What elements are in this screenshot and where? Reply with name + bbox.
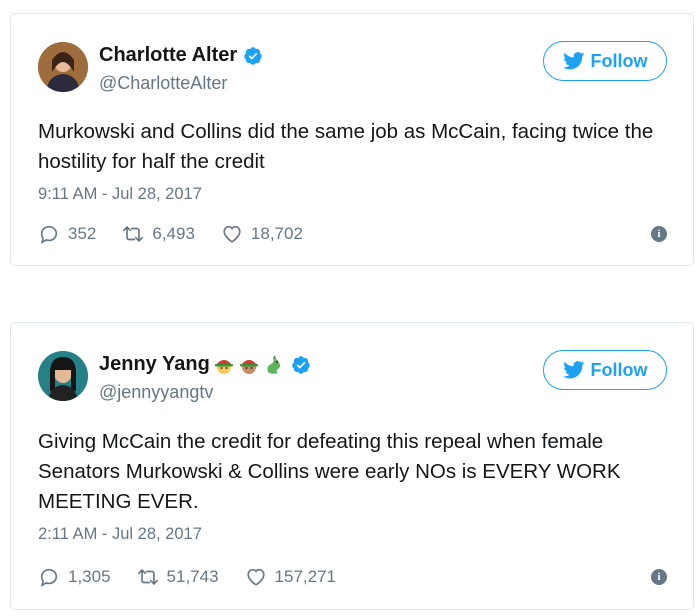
tweet-actions: 352 6,493 18,702 i: [38, 222, 667, 246]
author-name[interactable]: Charlotte Alter: [99, 44, 237, 67]
tweet-card: Jenny Yang @jennyyangtv Follow Giving Mc…: [10, 322, 694, 610]
info-icon[interactable]: i: [651, 226, 667, 242]
bird-icon: [562, 361, 584, 379]
retweet-icon: [123, 226, 144, 242]
author-handle[interactable]: @CharlotteAlter: [99, 73, 227, 94]
reply-count: 352: [68, 224, 97, 243]
reply-icon: [40, 568, 58, 587]
like-count: 157,271: [274, 567, 336, 586]
retweet-count: 6,493: [152, 224, 195, 243]
tweet-text: Giving McCain the credit for defeating t…: [38, 430, 621, 513]
avatar[interactable]: [38, 351, 88, 401]
follow-button[interactable]: Follow: [543, 41, 667, 81]
retweet-action[interactable]: 6,493: [122, 223, 195, 245]
info-icon[interactable]: i: [651, 569, 667, 585]
tweet-text: Murkowski and Collins did the same job a…: [38, 120, 654, 173]
reply-count: 1,305: [68, 567, 111, 586]
like-action[interactable]: 18,702: [221, 223, 303, 245]
verified-badge-icon: [244, 46, 262, 65]
person-with-helmet-emoji-icon: [214, 359, 233, 374]
like-action[interactable]: 157,271: [245, 566, 336, 588]
verified-badge-icon: [292, 355, 310, 374]
author-name-row: Jenny Yang: [99, 353, 311, 376]
author-name[interactable]: Jenny Yang: [99, 353, 210, 376]
tweet-card: Charlotte Alter @CharlotteAlter Follow M…: [10, 13, 694, 266]
person-with-helmet-emoji-icon: [239, 359, 258, 374]
like-count: 18,702: [250, 224, 303, 243]
avatar[interactable]: [38, 42, 88, 92]
author-handle[interactable]: @jennyyangtv: [99, 382, 213, 403]
reply-action[interactable]: 1,305: [38, 566, 111, 588]
tweet-timestamp[interactable]: 9:11 AM - Jul 28, 2017: [38, 185, 202, 204]
reply-action[interactable]: 352: [38, 223, 96, 245]
heart-icon: [223, 225, 241, 243]
follow-button[interactable]: Follow: [543, 350, 667, 390]
retweet-icon: [137, 569, 158, 585]
follow-label: Follow: [590, 50, 648, 71]
retweet-action[interactable]: 51,743: [137, 566, 219, 588]
reply-icon: [40, 225, 58, 244]
dragon-emoji-icon: [267, 354, 281, 374]
author-name-row: Charlotte Alter: [99, 44, 263, 67]
bird-icon: [562, 52, 584, 70]
heart-icon: [246, 568, 265, 586]
follow-label: Follow: [590, 359, 648, 380]
tweet-timestamp[interactable]: 2:11 AM - Jul 28, 2017: [38, 525, 202, 544]
tweet-actions: 1,305 51,743 157,271 i: [38, 565, 667, 589]
retweet-count: 51,743: [166, 567, 219, 586]
